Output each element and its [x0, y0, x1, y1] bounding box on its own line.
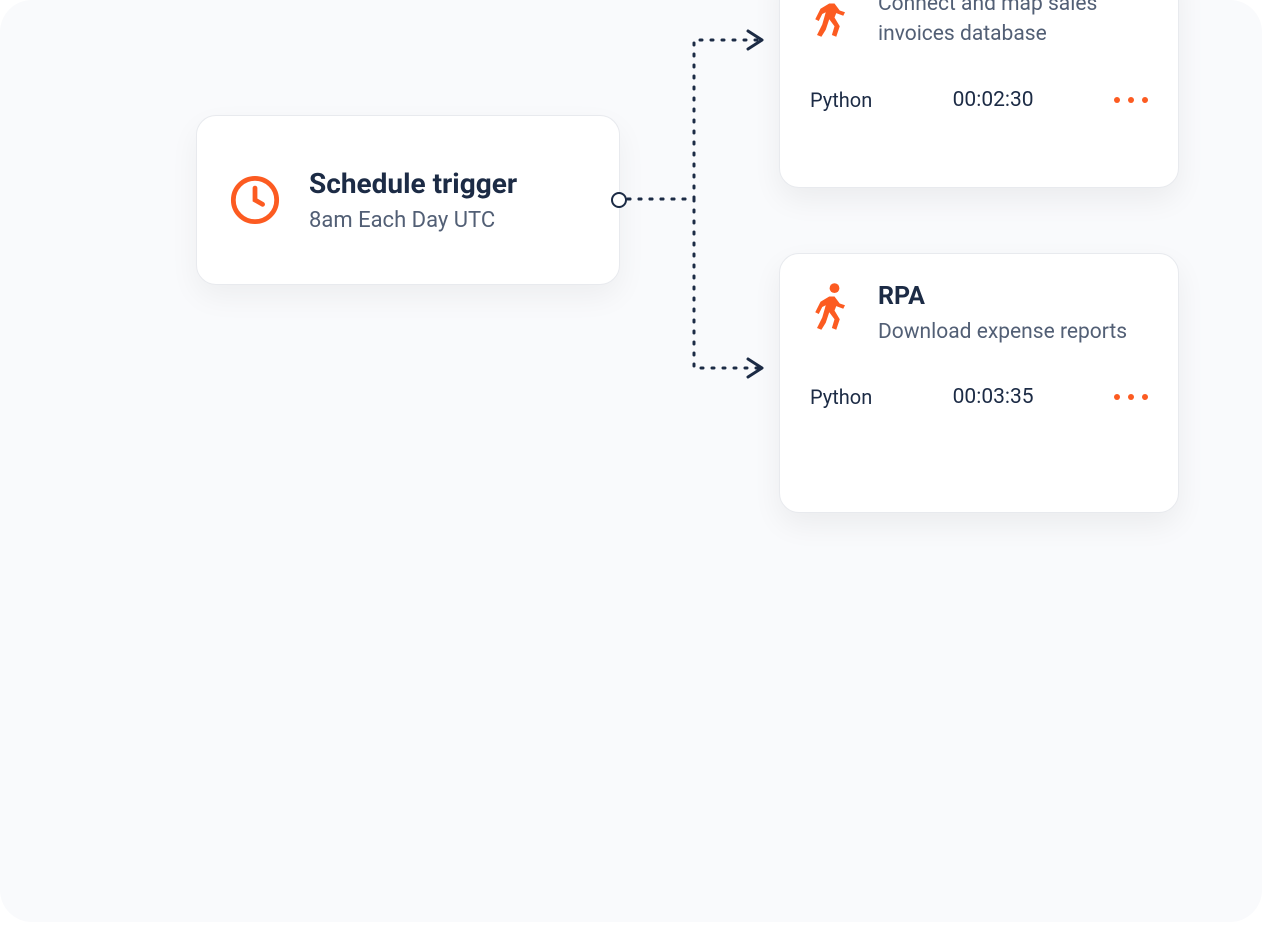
- step-footer: Python 00:03:35: [780, 367, 1178, 433]
- trigger-subtitle: 8am Each Day UTC: [309, 208, 517, 233]
- step-node-database[interactable]: Connect and map sales invoices database …: [779, 0, 1179, 188]
- step-description: Download expense reports: [878, 317, 1127, 347]
- step-node-rpa[interactable]: RPA Download expense reports Python 00:0…: [779, 253, 1179, 513]
- trigger-text: Schedule trigger 8am Each Day UTC: [309, 167, 517, 233]
- trigger-node[interactable]: Schedule trigger 8am Each Day UTC: [196, 115, 620, 285]
- step-description: Connect and map sales invoices database: [878, 0, 1148, 50]
- step-text: Connect and map sales invoices database: [878, 0, 1148, 50]
- output-port[interactable]: [611, 192, 627, 208]
- trigger-title: Schedule trigger: [309, 167, 517, 200]
- person-walking-icon: [810, 0, 852, 39]
- clock-icon: [229, 174, 281, 226]
- step-duration: 00:03:35: [953, 385, 1034, 409]
- step-duration: 00:02:30: [953, 88, 1034, 112]
- workflow-canvas[interactable]: Schedule trigger 8am Each Day UTC Connec…: [0, 0, 1262, 922]
- more-menu-button[interactable]: [1114, 394, 1148, 400]
- step-footer: Python 00:02:30: [780, 70, 1178, 136]
- step-language-badge: Python: [810, 88, 872, 112]
- more-menu-button[interactable]: [1114, 97, 1148, 103]
- step-language-badge: Python: [810, 385, 872, 409]
- step-title: RPA: [878, 282, 1127, 311]
- person-walking-icon: [810, 282, 852, 332]
- step-text: RPA Download expense reports: [878, 282, 1127, 347]
